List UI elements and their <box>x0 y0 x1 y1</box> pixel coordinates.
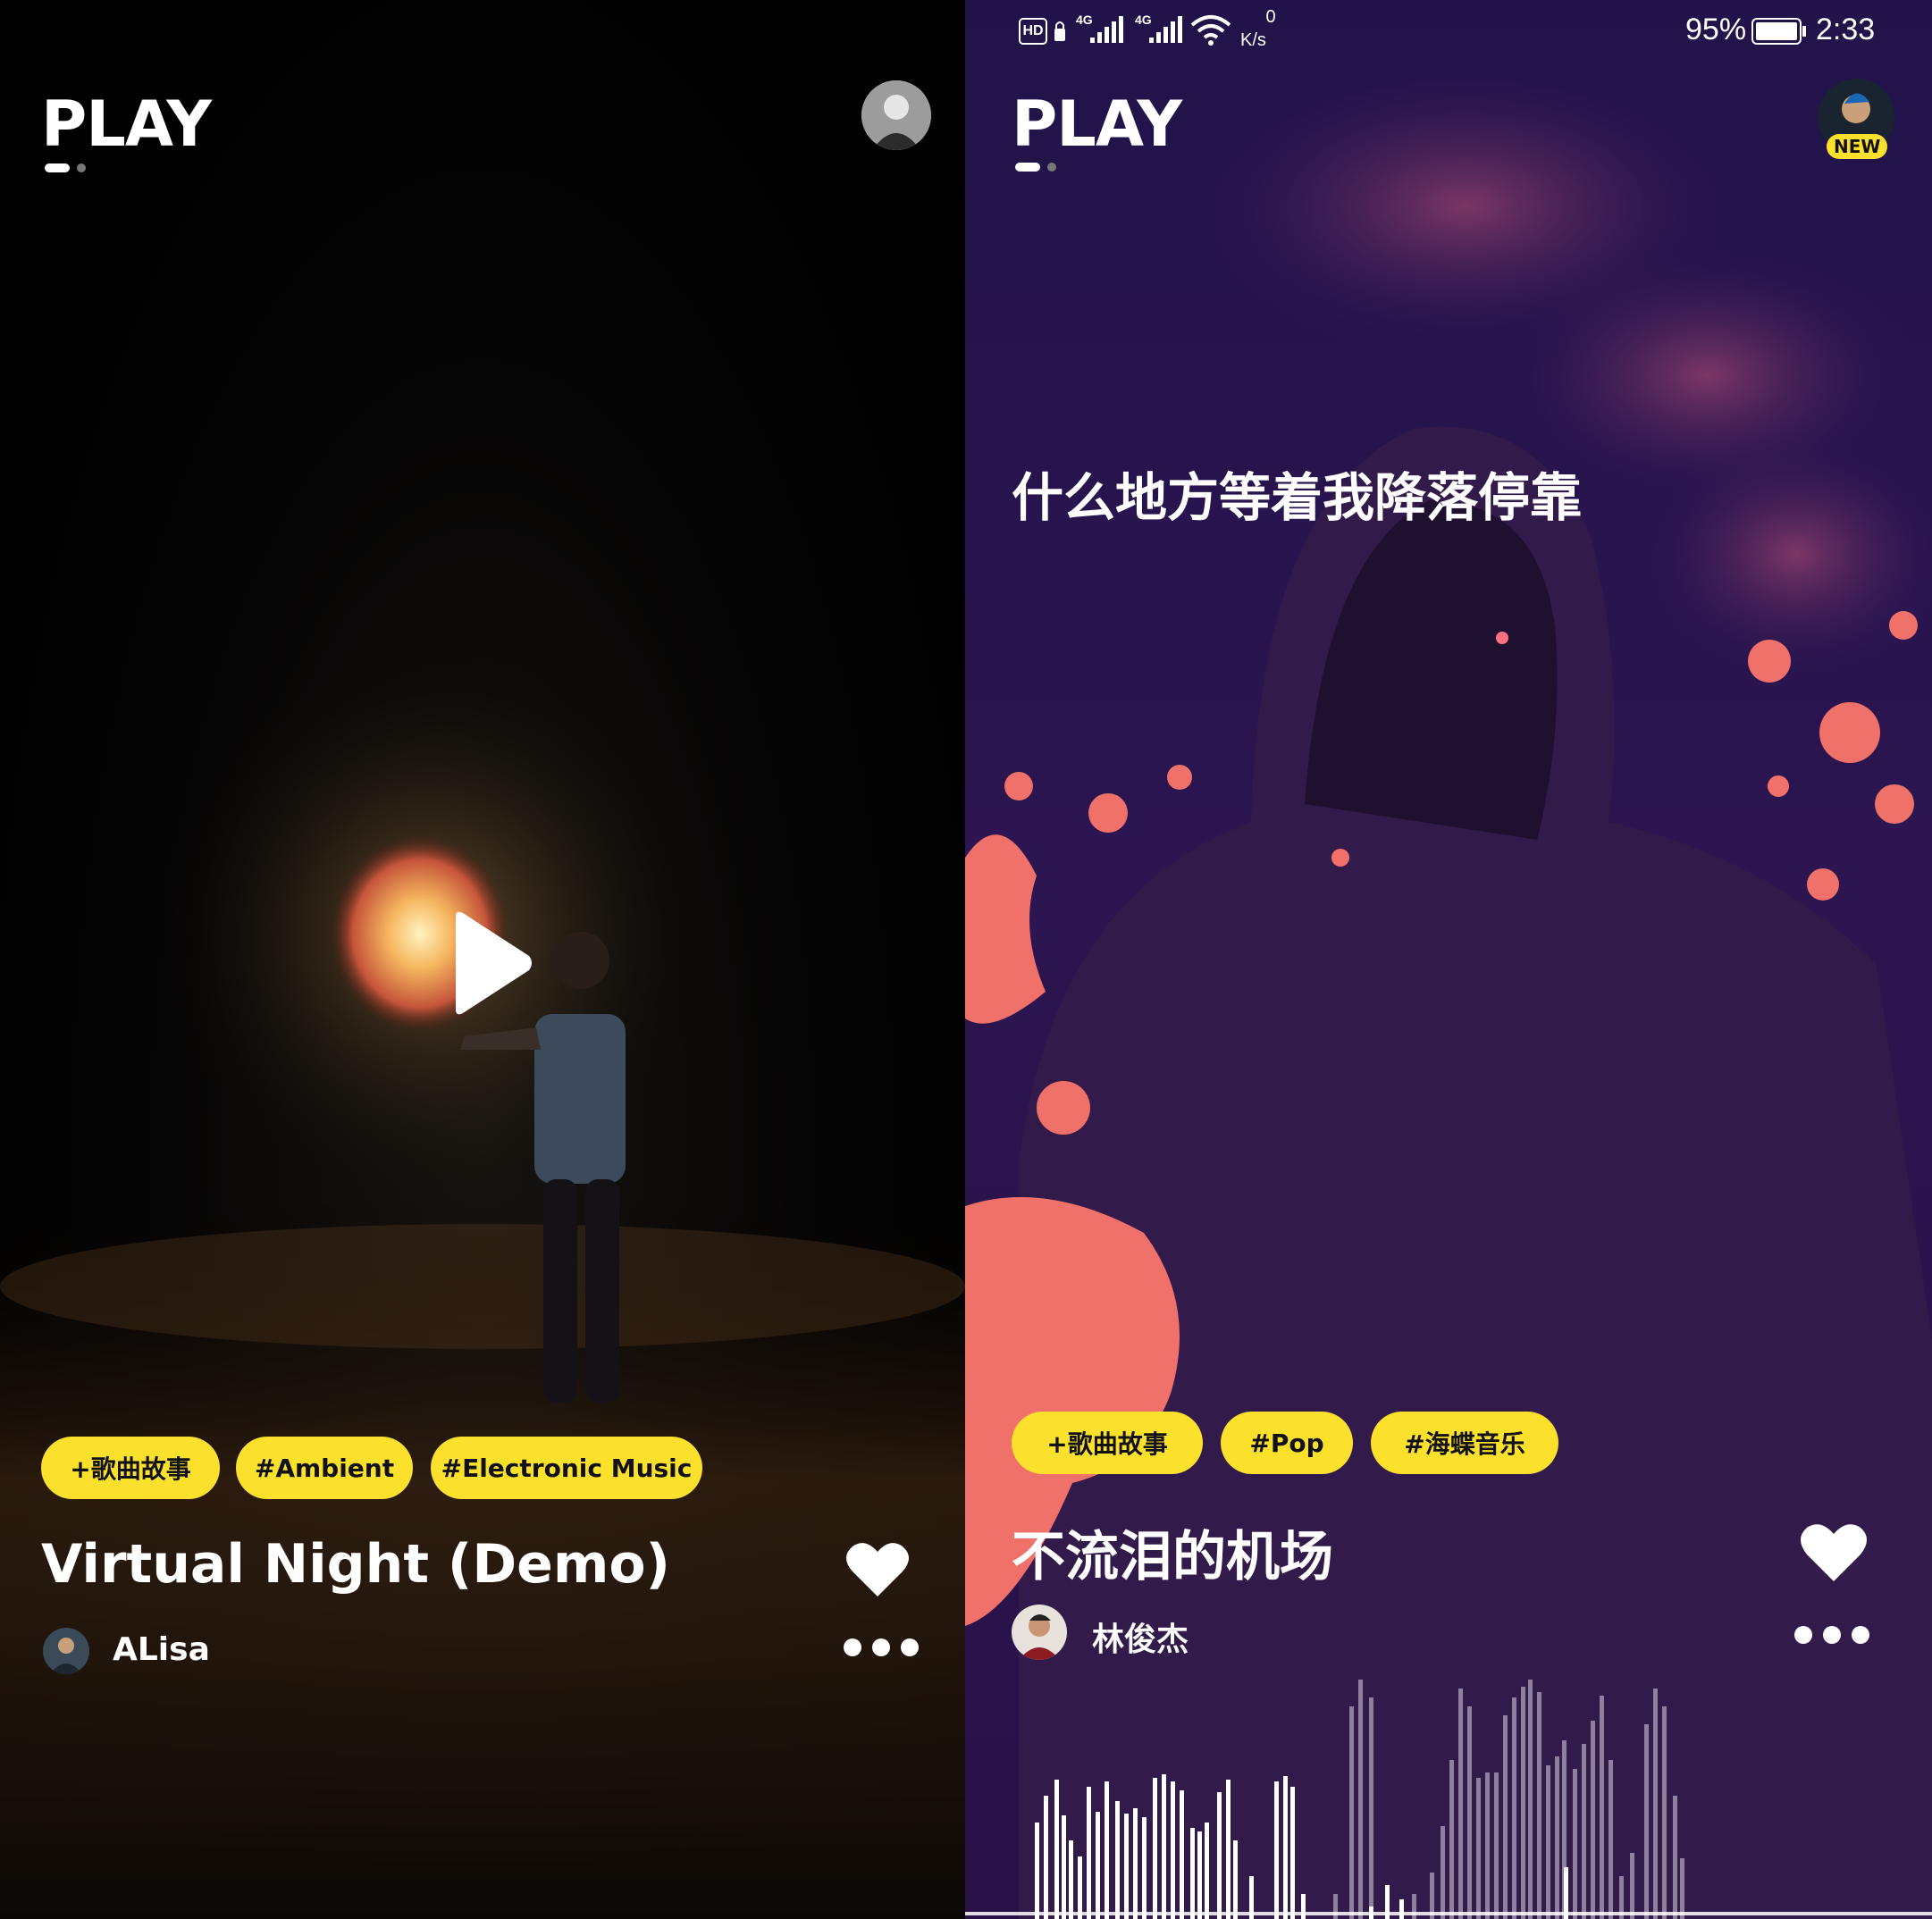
new-badge: NEW <box>1827 134 1888 159</box>
right-screen: HD 4G 4G 0 K/s 95% 2:33 PLAY NEW 什么地方等着我… <box>965 0 1932 1919</box>
battery-icon <box>1751 18 1806 45</box>
wifi-icon <box>1190 15 1231 46</box>
page-indicator <box>1015 163 1060 172</box>
net-speed-value: 0 <box>1265 7 1276 27</box>
hd-indicator: HD <box>1019 18 1047 45</box>
left-screen: PLAY +歌曲故事 #Ambient #Electronic Music Vi… <box>0 0 965 1919</box>
tag-song-story[interactable]: +歌曲故事 <box>1012 1412 1203 1474</box>
artist-avatar[interactable] <box>1012 1605 1067 1660</box>
play-icon[interactable] <box>447 909 536 1017</box>
artist-name[interactable]: 林俊杰 <box>1092 1613 1189 1660</box>
song-title: Virtual Night (Demo) <box>41 1533 670 1596</box>
signal-icon-1 <box>1090 16 1123 43</box>
heart-icon[interactable] <box>1800 1522 1868 1583</box>
tag-song-story[interactable]: +歌曲故事 <box>41 1437 220 1499</box>
net-speed-unit: K/s <box>1240 30 1266 50</box>
tag-ambient[interactable]: #Ambient <box>236 1437 413 1499</box>
clock: 2:33 <box>1816 13 1876 46</box>
page-indicator <box>45 163 89 172</box>
sim-lock-icon <box>1054 21 1065 41</box>
artist-avatar-image <box>43 1628 89 1674</box>
artist-avatar-image <box>1012 1605 1067 1660</box>
avatar-image <box>861 80 931 150</box>
more-icon[interactable] <box>1794 1626 1869 1644</box>
tag-haidie-music[interactable]: #海蝶音乐 <box>1371 1412 1558 1474</box>
tag-electronic-music[interactable]: #Electronic Music <box>431 1437 702 1499</box>
more-icon[interactable] <box>844 1638 919 1656</box>
app-logo: PLAY <box>41 88 212 161</box>
user-avatar[interactable] <box>861 80 931 150</box>
artist-avatar[interactable] <box>43 1628 89 1674</box>
song-title: 不流泪的机场 <box>1012 1526 1333 1588</box>
artist-name[interactable]: ALisa <box>113 1631 210 1668</box>
battery-percent: 95% <box>1685 13 1747 46</box>
tag-pop[interactable]: #Pop <box>1221 1412 1353 1474</box>
signal-icon-2 <box>1149 16 1182 43</box>
lyric-line: 什么地方等着我降落停靠 <box>1012 467 1583 528</box>
app-logo: PLAY <box>1012 88 1182 161</box>
heart-icon[interactable] <box>845 1541 910 1598</box>
